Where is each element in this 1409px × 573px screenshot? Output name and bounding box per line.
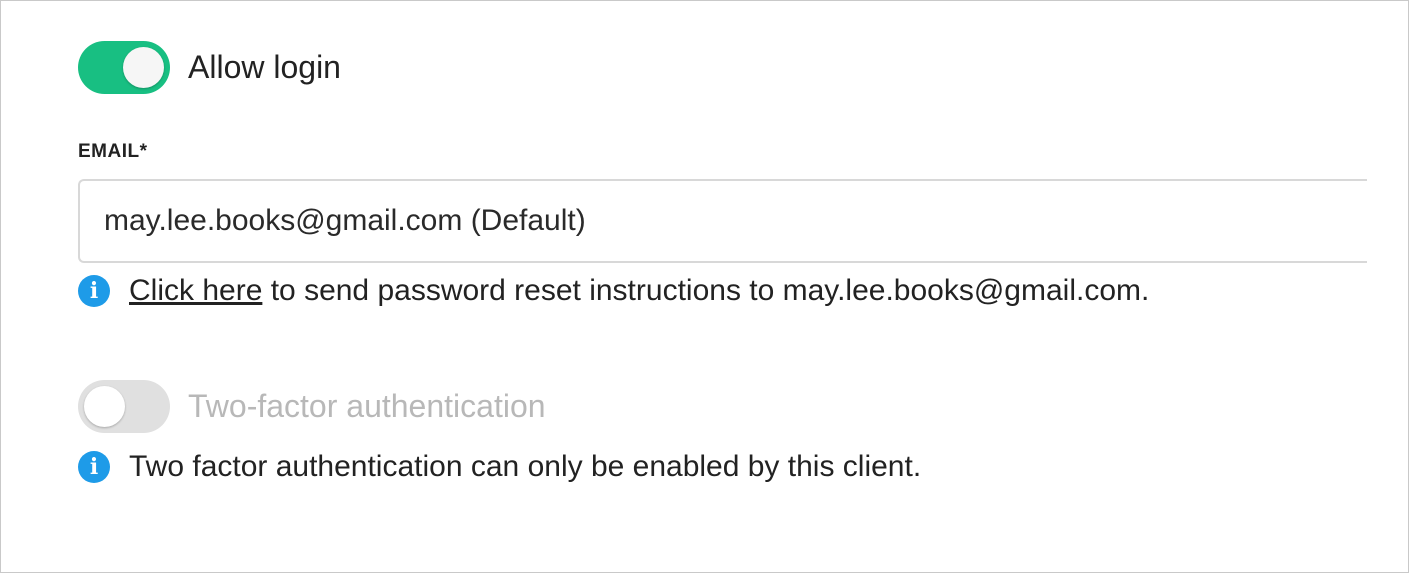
toggle-knob [123, 47, 164, 88]
info-icon: i [78, 451, 110, 483]
two-factor-help-text: Two factor authentication can only be en… [129, 450, 922, 483]
allow-login-row: Allow login [78, 41, 341, 94]
toggle-knob [84, 386, 125, 427]
password-reset-link[interactable]: Click here [129, 274, 262, 308]
allow-login-label[interactable]: Allow login [188, 41, 341, 94]
email-field[interactable] [78, 179, 1367, 263]
two-factor-label: Two-factor authentication [188, 388, 546, 424]
two-factor-row: Two-factor authentication [78, 380, 546, 433]
two-factor-help: i Two factor authentication can only be … [78, 447, 921, 487]
email-field-label: EMAIL* [78, 141, 148, 162]
two-factor-toggle[interactable] [78, 380, 170, 433]
info-icon: i [78, 275, 110, 307]
password-reset-help-text: to send password reset instructions to m… [262, 274, 1150, 307]
user-login-settings-panel: Allow login EMAIL* i Click here to send … [0, 0, 1409, 573]
password-reset-help: i Click here to send password reset inst… [78, 271, 1149, 311]
allow-login-toggle[interactable] [78, 41, 170, 94]
